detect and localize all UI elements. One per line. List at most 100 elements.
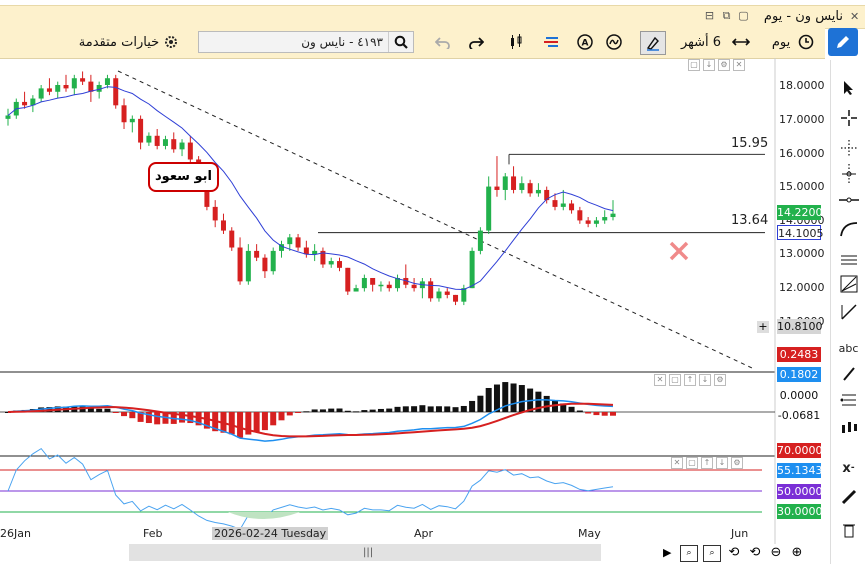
macd-histogram-bar [485, 387, 492, 412]
undo-icon[interactable] [432, 31, 454, 53]
pane-box-icon[interactable]: ▢ [686, 457, 698, 469]
pane-close-icon[interactable]: ✕ [733, 59, 745, 71]
window-title: نايس ون - يوم [763, 9, 843, 24]
pane-down-icon[interactable]: ↓ [699, 374, 711, 386]
candle-body [444, 291, 450, 295]
maximize-icon[interactable]: ▢ [737, 9, 750, 22]
candle-body [162, 139, 168, 146]
pane-close-icon[interactable]: ✕ [671, 457, 683, 469]
draw-tools-icon[interactable] [640, 31, 666, 55]
chart-canvas[interactable] [0, 58, 829, 544]
advanced-options-button[interactable]: خيارات متقدمة [78, 31, 160, 53]
crosshair-icon[interactable] [831, 106, 865, 130]
pane-box-icon[interactable]: ▢ [688, 59, 700, 71]
pane-down-icon[interactable]: ↓ [703, 59, 715, 71]
pane-settings-icon[interactable]: ⚙ [714, 374, 726, 386]
close-icon[interactable]: ✕ [850, 10, 859, 23]
last-price-badge: 14.2200 [777, 205, 823, 220]
symbol-search-input[interactable]: ٤١٩٣ - نايس ون [198, 31, 414, 53]
pane-up-icon[interactable]: ↑ [684, 374, 696, 386]
clock-icon[interactable] [795, 31, 817, 53]
vertical-line-icon[interactable] [831, 162, 865, 186]
zoom-out-icon[interactable]: ⊖ [768, 545, 784, 560]
settings-gear-icon[interactable] [160, 31, 182, 53]
zoom-box-icon[interactable]: ⌕ [703, 545, 721, 562]
redo-icon[interactable] [465, 31, 487, 53]
alert-a-icon[interactable]: A [574, 31, 596, 53]
pane-up-icon[interactable]: ↑ [701, 457, 713, 469]
gann-icon[interactable] [831, 416, 865, 440]
interval-label[interactable]: يوم [768, 31, 794, 53]
brush-icon[interactable] [831, 362, 865, 386]
period-selector[interactable]: 6 أشهر [673, 31, 729, 53]
macd-histogram-bar [270, 412, 277, 426]
clear-x-icon[interactable]: x- [831, 456, 865, 480]
zoom-in-icon[interactable]: ⊕ [789, 545, 805, 560]
candle-body [602, 217, 608, 221]
search-icon[interactable] [388, 32, 413, 52]
chart-area[interactable] [0, 58, 829, 544]
symbol-search-value: ٤١٩٣ - نايس ون [301, 35, 383, 49]
zoom-reset-icon[interactable]: ⟲ [726, 545, 742, 560]
scroll-grip-icon[interactable]: ||| [363, 547, 373, 558]
pane-box-icon[interactable]: ▢ [669, 374, 681, 386]
text-tool-icon[interactable]: abc [831, 336, 865, 360]
compare-wave-icon[interactable] [603, 31, 625, 53]
main-pane-controls: ▢ ↓ ⚙ ✕ [688, 59, 745, 71]
pane-settings-icon[interactable]: ⚙ [731, 457, 743, 469]
rsi-pane-controls: ✕ ▢ ↑ ↓ ⚙ [671, 457, 743, 469]
eraser-icon[interactable] [831, 485, 865, 509]
macd-zero-label: 0.0000 [777, 388, 821, 403]
candles-style-icon[interactable] [505, 31, 527, 53]
candle-body [71, 78, 77, 89]
macd-histogram-bar [179, 412, 186, 423]
period-label: 6 أشهر [680, 34, 722, 50]
macd-histogram-bar [369, 409, 376, 412]
candle-body [146, 135, 152, 143]
play-icon[interactable]: ▶ [663, 546, 671, 559]
trend-line-icon[interactable] [831, 300, 865, 324]
minimize-icon[interactable]: ⊟ [703, 9, 716, 22]
zoom-undo-icon[interactable]: ⟲ [747, 545, 763, 560]
trash-icon[interactable] [831, 518, 865, 542]
candle-body [370, 277, 376, 285]
price-tick: 16.0000 [779, 147, 825, 160]
pencil-icon [837, 36, 849, 48]
pane-close-icon[interactable]: ✕ [654, 374, 666, 386]
cursor-icon[interactable] [831, 76, 865, 100]
macd-histogram-bar [336, 408, 343, 412]
horizontal-line-icon[interactable] [831, 188, 865, 212]
x-axis-label: 26Jan [0, 527, 31, 540]
candle-body [5, 115, 11, 119]
restore-icon[interactable]: ⧉ [720, 9, 733, 22]
chart-annotation[interactable]: ابو سعود [148, 162, 219, 192]
level-low-label: 13.64 [731, 213, 769, 228]
candle-body [569, 203, 575, 211]
candle-body [46, 88, 52, 92]
indicators-icon[interactable] [541, 31, 563, 53]
add-icon[interactable]: + [757, 321, 769, 333]
pane-settings-icon[interactable]: ⚙ [718, 59, 730, 71]
dot-cross-icon[interactable] [831, 136, 865, 160]
range-arrows-icon[interactable] [730, 31, 752, 53]
arc-icon[interactable] [831, 217, 865, 241]
time-scrollbar[interactable]: ||| [129, 544, 601, 561]
fib-icon[interactable] [831, 388, 865, 412]
macd-histogram-bar [112, 412, 119, 413]
macd-histogram-bar [386, 408, 393, 412]
candle-body [113, 78, 119, 106]
parallel-channel-icon[interactable] [831, 248, 865, 272]
zoom-fit-icon[interactable]: ⌕ [680, 545, 698, 562]
pitchfork-icon[interactable] [831, 272, 865, 296]
macd-pane-controls: ✕ ▢ ↑ ↓ ⚙ [654, 374, 726, 386]
pane-down-icon[interactable]: ↓ [716, 457, 728, 469]
crosshair-date-label: 2026-02-24 Tuesday [212, 527, 329, 540]
pencil-button[interactable] [828, 28, 858, 56]
macd-histogram-bar [328, 408, 335, 412]
candle-body [237, 247, 243, 282]
candle-body [220, 220, 226, 231]
delete-x-icon[interactable] [668, 240, 690, 265]
macd-histogram-bar [121, 412, 128, 417]
macd-histogram-bar [394, 406, 401, 412]
candle-body [436, 291, 442, 299]
